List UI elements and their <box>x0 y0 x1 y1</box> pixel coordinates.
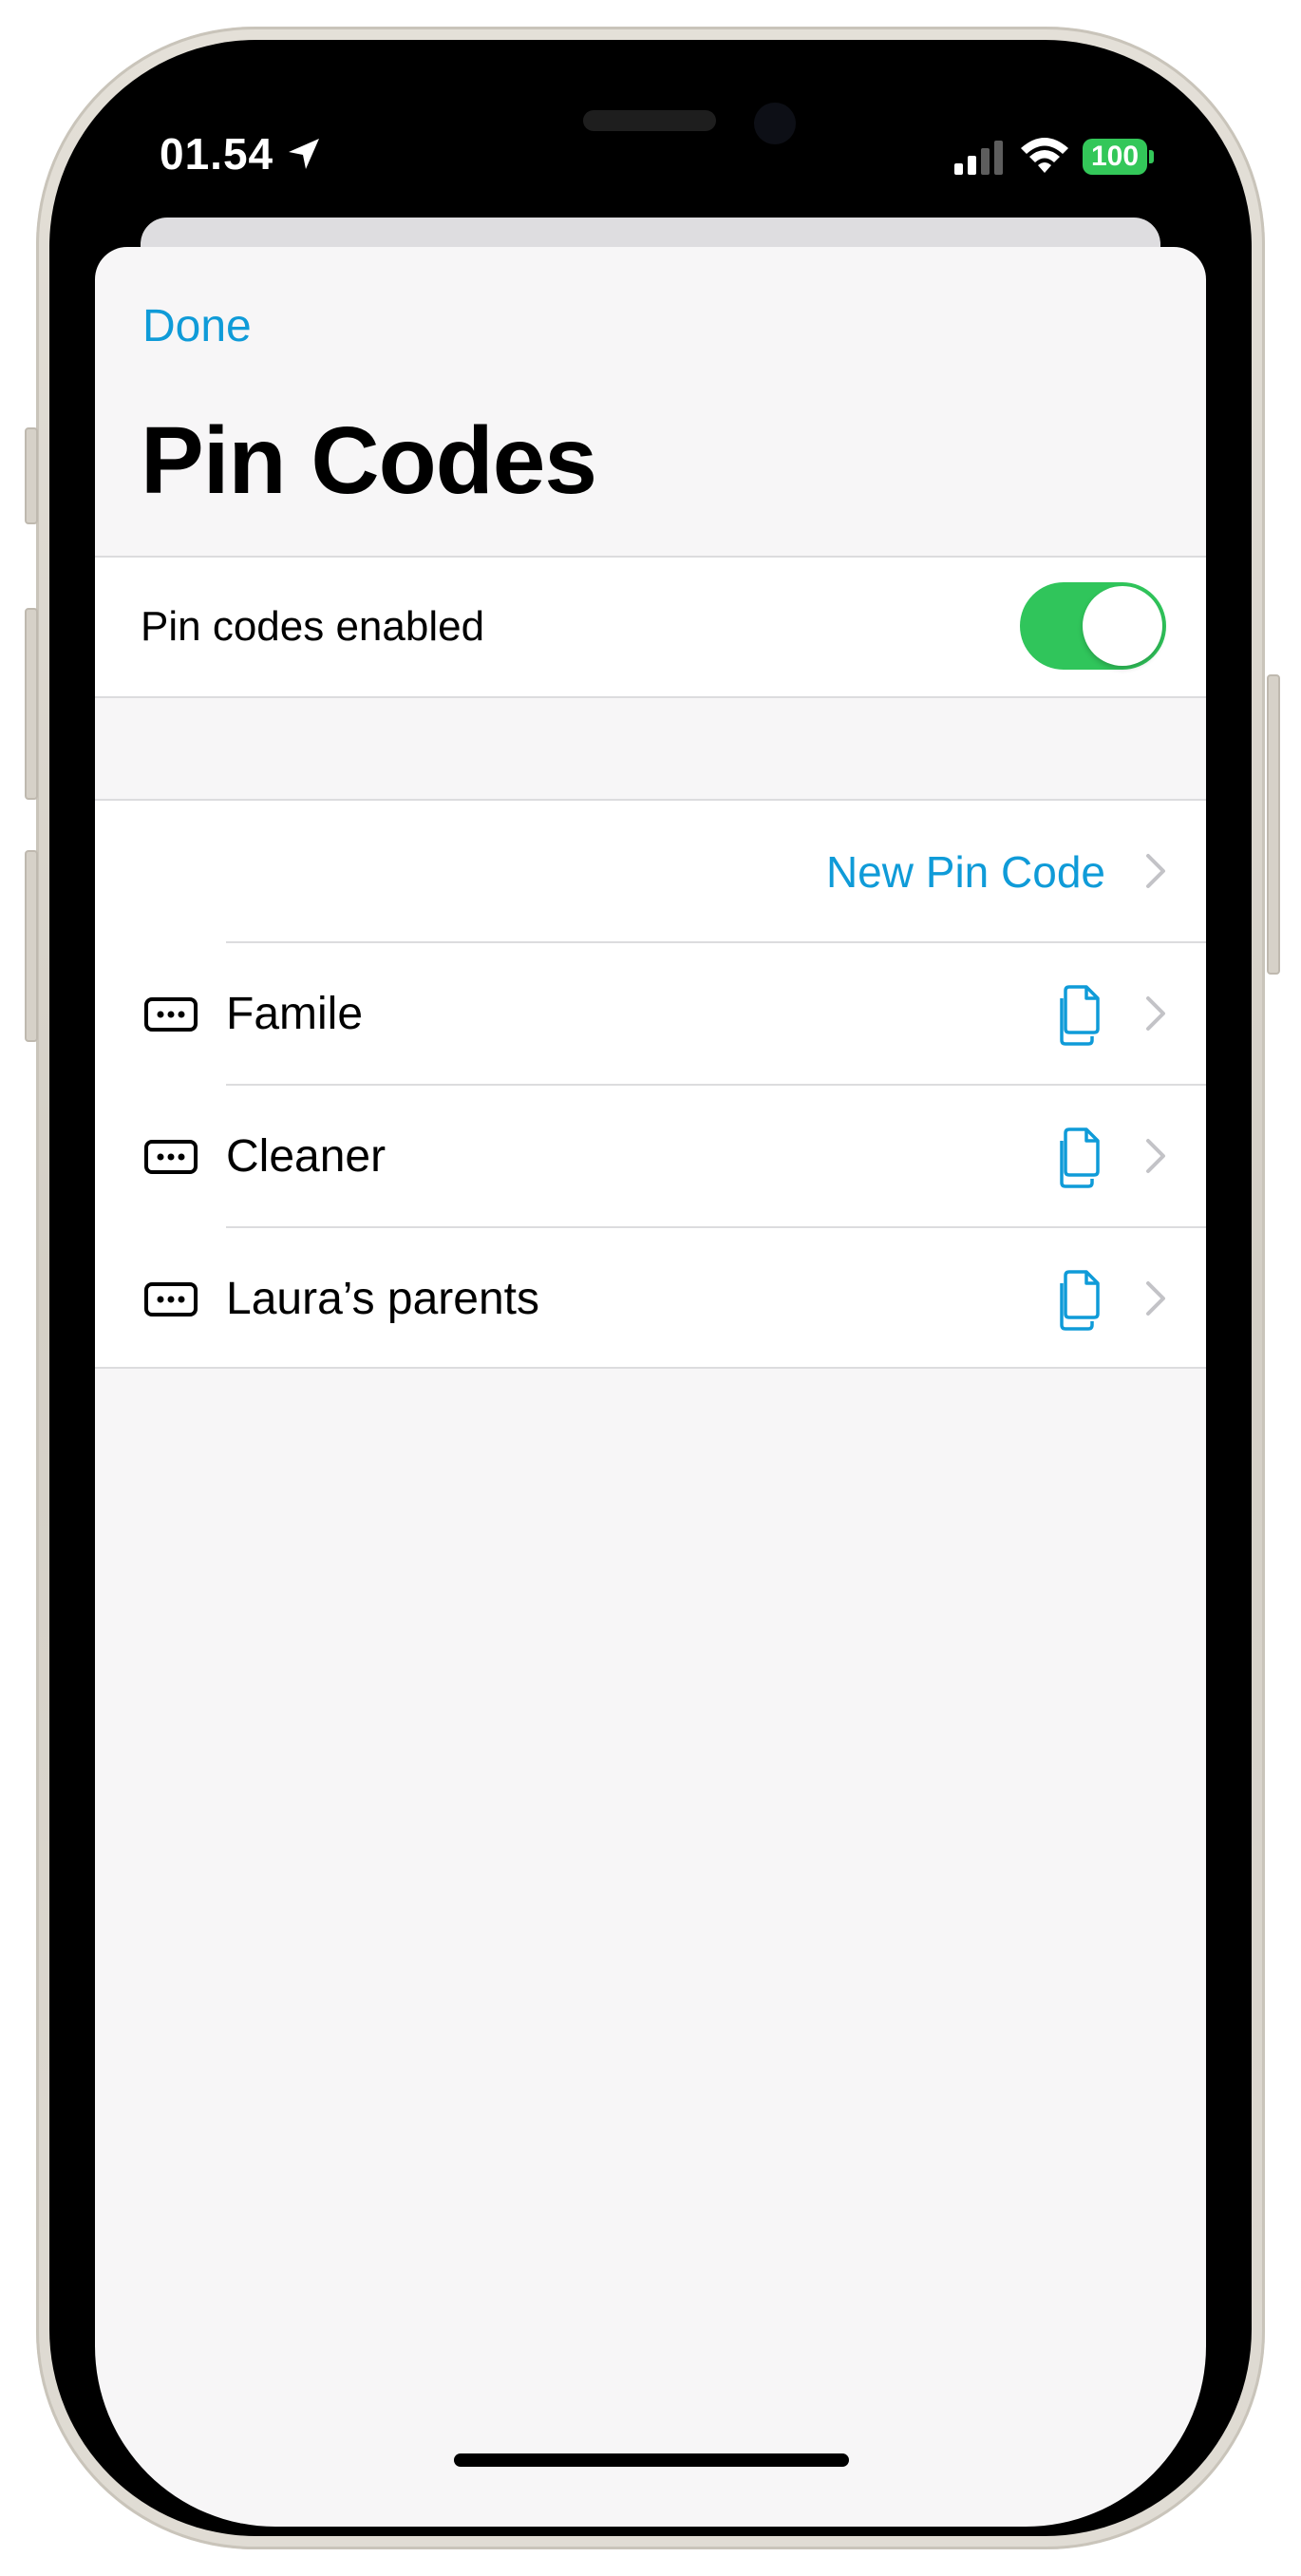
status-bar: 01.54 100 <box>0 0 1301 218</box>
pin-field-icon <box>144 1282 198 1316</box>
toggle-knob <box>1083 586 1162 666</box>
list-item[interactable]: Cleaner <box>95 1086 1206 1228</box>
status-time: 01.54 <box>160 129 274 179</box>
chevron-right-icon <box>1146 996 1165 1031</box>
settings-group: Pin codes enabled <box>95 556 1206 698</box>
pin-field-icon <box>144 1140 198 1174</box>
home-indicator[interactable] <box>454 2453 849 2467</box>
wifi-icon <box>1021 138 1068 173</box>
pin-code-name: Laura’s parents <box>226 1274 539 1324</box>
cellular-signal-icon <box>954 141 1003 175</box>
copy-icon[interactable] <box>1054 1268 1107 1333</box>
pin-codes-enabled-toggle[interactable] <box>1020 582 1166 670</box>
volume-down-button <box>25 850 38 1042</box>
page-title: Pin Codes <box>141 407 597 514</box>
list-item[interactable]: Laura’s parents <box>95 1228 1206 1371</box>
chevron-right-icon <box>1146 1281 1165 1316</box>
pin-code-name: Famile <box>226 989 364 1039</box>
pin-codes-sheet: Done Pin Codes Pin codes enabled New Pin… <box>95 247 1206 2527</box>
new-pin-code-link[interactable]: New Pin Code <box>826 801 1105 943</box>
pin-field-icon <box>144 997 198 1032</box>
chevron-right-icon <box>1146 854 1165 888</box>
pin-codes-list: New Pin Code Famile Cleaner Laura’s pare… <box>95 799 1206 1369</box>
copy-icon[interactable] <box>1054 1126 1107 1190</box>
earpiece-speaker <box>583 110 716 131</box>
list-item[interactable]: Famile <box>95 943 1206 1086</box>
location-arrow-icon <box>289 139 319 169</box>
done-button[interactable]: Done <box>142 300 252 352</box>
pin-codes-enabled-row: Pin codes enabled <box>95 556 1206 698</box>
action-button <box>25 427 38 524</box>
chevron-right-icon <box>1146 1139 1165 1173</box>
power-button <box>1267 674 1280 975</box>
pin-code-name: Cleaner <box>226 1131 387 1182</box>
copy-icon[interactable] <box>1054 983 1107 1048</box>
new-pin-code-row[interactable]: New Pin Code <box>95 801 1206 943</box>
battery-indicator: 100 <box>1083 139 1147 175</box>
front-camera <box>754 103 796 144</box>
battery-tip <box>1149 150 1154 163</box>
volume-up-button <box>25 608 38 800</box>
pin-codes-enabled-label: Pin codes enabled <box>141 603 485 650</box>
